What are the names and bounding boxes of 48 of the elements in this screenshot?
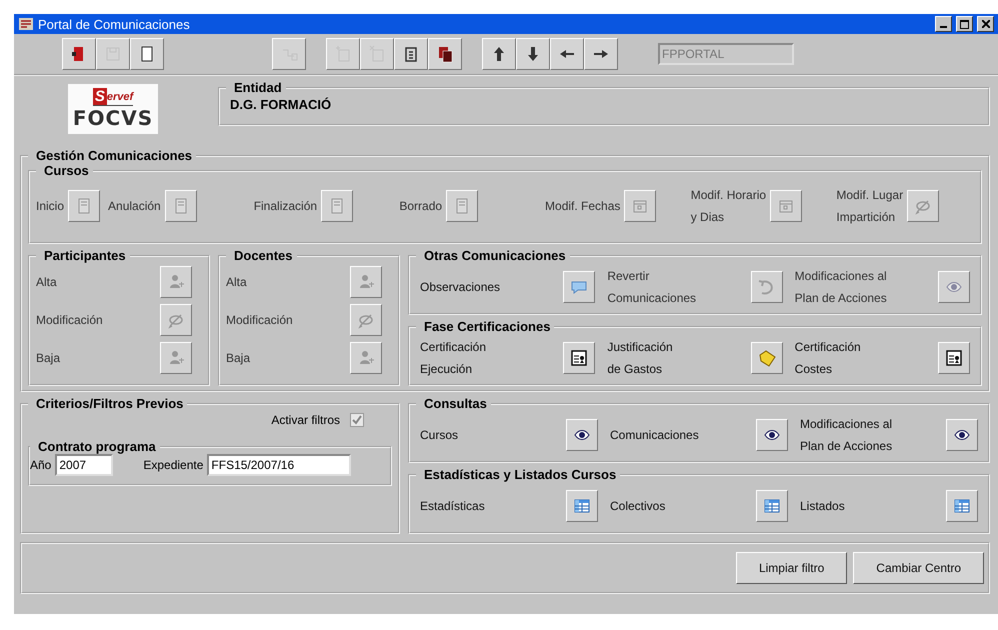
action-label: Baja bbox=[36, 350, 60, 367]
group-title: Gestión Comunicaciones bbox=[35, 148, 194, 163]
action-label: Modif. Fechas bbox=[545, 198, 620, 215]
checkbox-label: Activar filtros bbox=[271, 413, 340, 427]
group-title: Criterios/Filtros Previos bbox=[35, 396, 184, 411]
action-label: Anulación bbox=[108, 198, 161, 215]
group-title: Contrato programa bbox=[37, 439, 157, 454]
action-label: Modificación bbox=[226, 312, 293, 329]
logo-initial: S bbox=[92, 88, 107, 105]
action-label: Cursos bbox=[420, 427, 458, 444]
logo-name: FOCVS bbox=[72, 106, 154, 130]
entity-value: D.G. FORMACIÓ bbox=[229, 96, 332, 114]
group-title: Fase Certificaciones bbox=[423, 319, 552, 334]
action-label: Certificación Ejecución bbox=[420, 339, 486, 378]
group-title: Estadísticas y Listados Cursos bbox=[423, 467, 618, 482]
action-label: Modificaciones al Plan de Acciones bbox=[800, 416, 892, 455]
action-label: Modificaciones al Plan de Acciones bbox=[794, 268, 887, 307]
group-title: Cursos bbox=[43, 163, 90, 178]
action-label: Alta bbox=[36, 274, 57, 291]
action-label: Baja bbox=[226, 350, 250, 367]
input-field[interactable]: 2007 bbox=[55, 454, 114, 476]
action-label: Finalización bbox=[254, 198, 318, 215]
logo-text: ervef bbox=[106, 90, 134, 102]
action-label: Justificación de Gastos bbox=[607, 339, 673, 378]
action-label: Borrado bbox=[399, 198, 442, 215]
group-title: Docentes bbox=[233, 248, 294, 263]
command-button[interactable]: Cambiar Centro bbox=[853, 552, 984, 584]
command-button[interactable]: Limpiar filtro bbox=[736, 552, 848, 584]
action-label: Modificación bbox=[36, 312, 103, 329]
action-label: Certificación Costes bbox=[794, 339, 861, 378]
action-label: Colectivos bbox=[610, 498, 666, 515]
action-label: Alta bbox=[226, 274, 247, 291]
group-title: Entidad bbox=[233, 80, 283, 95]
action-label: Comunicaciones bbox=[610, 427, 699, 444]
group-title: Participantes bbox=[43, 248, 127, 263]
action-label: Modif. Horario y Dias bbox=[690, 187, 766, 226]
action-label: Revertir Comunicaciones bbox=[607, 268, 696, 307]
field-label: Expediente bbox=[143, 458, 204, 472]
action-label: Inicio bbox=[36, 198, 64, 215]
action-label: Listados bbox=[800, 498, 845, 515]
action-label: Observaciones bbox=[420, 279, 500, 296]
input-field[interactable]: FFS15/2007/16 bbox=[207, 454, 352, 476]
group-title: Consultas bbox=[423, 396, 488, 411]
window-title: Portal de Comunicaciones bbox=[38, 16, 191, 32]
action-label: Modif. Lugar Impartición bbox=[836, 187, 904, 226]
group-title: Otras Comunicaciones bbox=[423, 248, 567, 263]
field-label: Año bbox=[30, 458, 52, 472]
action-label: Estadísticas bbox=[420, 498, 485, 515]
